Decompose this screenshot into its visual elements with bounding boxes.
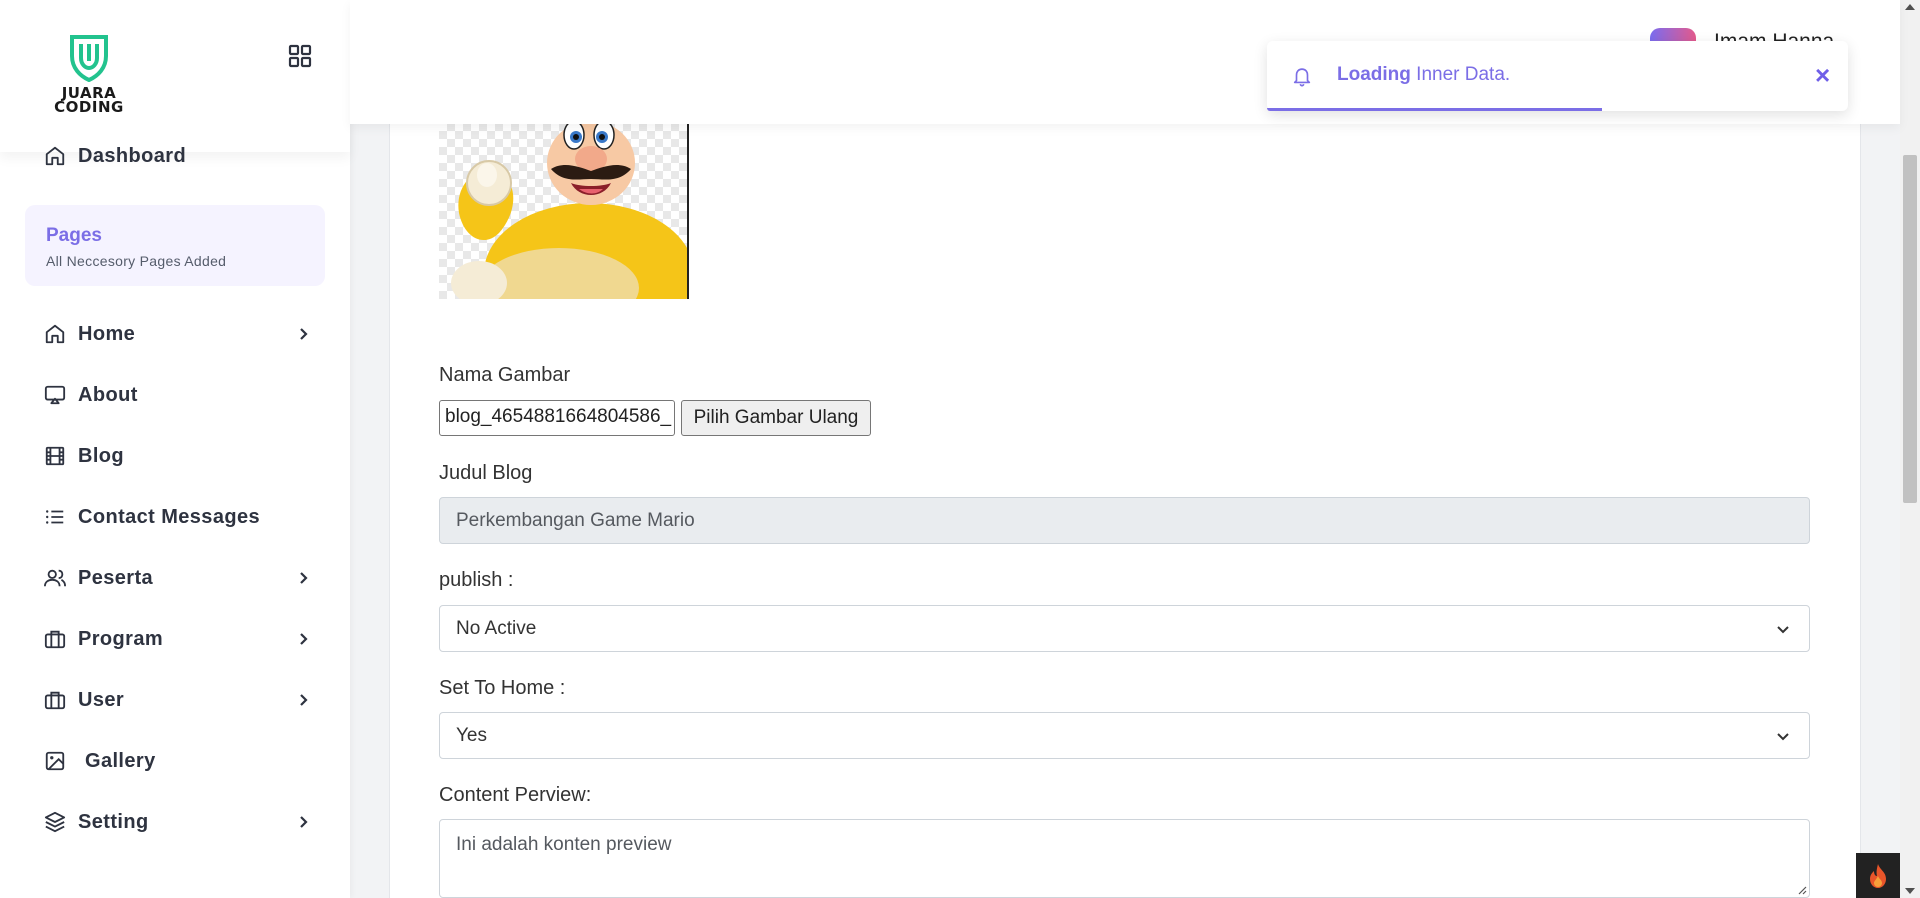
chevron-right-icon: [300, 633, 308, 645]
resize-handle-icon[interactable]: [1795, 883, 1807, 895]
chevron-right-icon: [300, 328, 308, 340]
briefcase-icon: [42, 626, 68, 652]
scroll-down-arrow-icon[interactable]: [1905, 888, 1915, 894]
image-name-label: Nama Gambar: [439, 364, 571, 386]
sidebar-item-gallery[interactable]: Gallery: [42, 743, 312, 779]
sidebar-item-label: Blog: [78, 444, 125, 467]
toast-strong-text: Loading: [1337, 64, 1411, 85]
sidebar: JUARA CODING Dashboard Pages All Necceso…: [0, 0, 350, 898]
sidebar-item-label: Program: [78, 627, 164, 650]
sidebar-item-label: Dashboard: [78, 144, 187, 167]
sidebar-item-label: Setting: [78, 810, 149, 833]
sidebar-item-program[interactable]: Program: [42, 621, 312, 657]
shield-logo-icon: [70, 35, 108, 82]
sidebar-item-home[interactable]: Home: [42, 316, 312, 352]
cast-icon: [42, 382, 68, 408]
blog-title-label: Judul Blog: [439, 462, 533, 484]
image-file-input[interactable]: blog_4654881664804586_: [439, 400, 675, 436]
image-icon: [42, 748, 68, 774]
chevron-right-icon: [300, 816, 308, 828]
set-home-select-value: Yes: [456, 724, 487, 746]
brand-logo[interactable]: JUARA CODING: [42, 34, 136, 120]
logo-wordmark: JUARA CODING: [54, 84, 124, 116]
close-icon[interactable]: ×: [1815, 62, 1830, 88]
grid-menu-icon[interactable]: [288, 44, 312, 68]
content-preview-label: Content Perview:: [439, 784, 592, 806]
toast-message: Loading Inner Data.: [1337, 64, 1510, 86]
bell-icon: [1293, 68, 1311, 87]
publish-select[interactable]: No Active: [439, 605, 1810, 652]
chevron-right-icon: [300, 572, 308, 584]
pages-card: Pages All Neccesory Pages Added: [25, 205, 325, 286]
home-icon: [42, 321, 68, 347]
debug-toolbar-button[interactable]: [1856, 853, 1900, 898]
pages-card-title: Pages: [46, 225, 102, 246]
layers-icon: [42, 809, 68, 835]
sidebar-item-label: Gallery: [85, 749, 156, 772]
sidebar-item-blog[interactable]: Blog: [42, 438, 312, 474]
home-icon: [42, 143, 68, 169]
loading-toast: Loading Inner Data. ×: [1267, 41, 1848, 111]
blog-title-value: Perkembangan Game Mario: [456, 509, 695, 531]
set-home-label: Set To Home :: [439, 677, 566, 699]
chevron-right-icon: [300, 694, 308, 706]
sidebar-item-label: Contact Messages: [78, 505, 261, 528]
sidebar-item-label: Home: [78, 322, 136, 345]
sidebar-item-peserta[interactable]: Peserta: [42, 560, 312, 596]
choose-image-button[interactable]: Pilih Gambar Ulang: [681, 400, 871, 436]
mario-image: [451, 123, 687, 299]
set-home-select[interactable]: Yes: [439, 712, 1810, 759]
scroll-up-arrow-icon[interactable]: [1905, 4, 1915, 10]
sidebar-item-label: Peserta: [78, 566, 154, 589]
sidebar-item-label: User: [78, 688, 125, 711]
briefcase-icon: [42, 687, 68, 713]
blog-image-preview: [439, 123, 689, 299]
content-preview-value: Ini adalah konten preview: [456, 834, 672, 855]
film-icon: [42, 443, 68, 469]
sidebar-item-contact-messages[interactable]: Contact Messages: [42, 499, 312, 535]
page-scrollbar[interactable]: [1900, 0, 1920, 898]
sidebar-item-user[interactable]: User: [42, 682, 312, 718]
publish-label: publish :: [439, 569, 514, 591]
content-preview-textarea[interactable]: Ini adalah konten preview: [439, 819, 1810, 898]
scrollbar-thumb[interactable]: [1903, 155, 1917, 503]
sidebar-item-label: About: [78, 383, 138, 406]
chevron-down-icon: [1777, 733, 1789, 741]
sidebar-item-setting[interactable]: Setting: [42, 804, 312, 840]
pages-card-subtitle: All Neccesory Pages Added: [46, 253, 227, 269]
sidebar-item-dashboard[interactable]: Dashboard: [42, 138, 312, 174]
toast-progress-bar: [1267, 108, 1602, 111]
publish-select-value: No Active: [456, 617, 537, 639]
list-icon: [42, 504, 68, 530]
flame-icon: [1870, 863, 1886, 888]
logo-area: JUARA CODING: [0, 0, 350, 152]
sidebar-item-about[interactable]: About: [42, 377, 312, 413]
chevron-down-icon: [1777, 626, 1789, 634]
blog-title-input: Perkembangan Game Mario: [439, 497, 1810, 544]
toast-body-text: Inner Data.: [1416, 64, 1511, 85]
users-icon: [42, 565, 68, 591]
